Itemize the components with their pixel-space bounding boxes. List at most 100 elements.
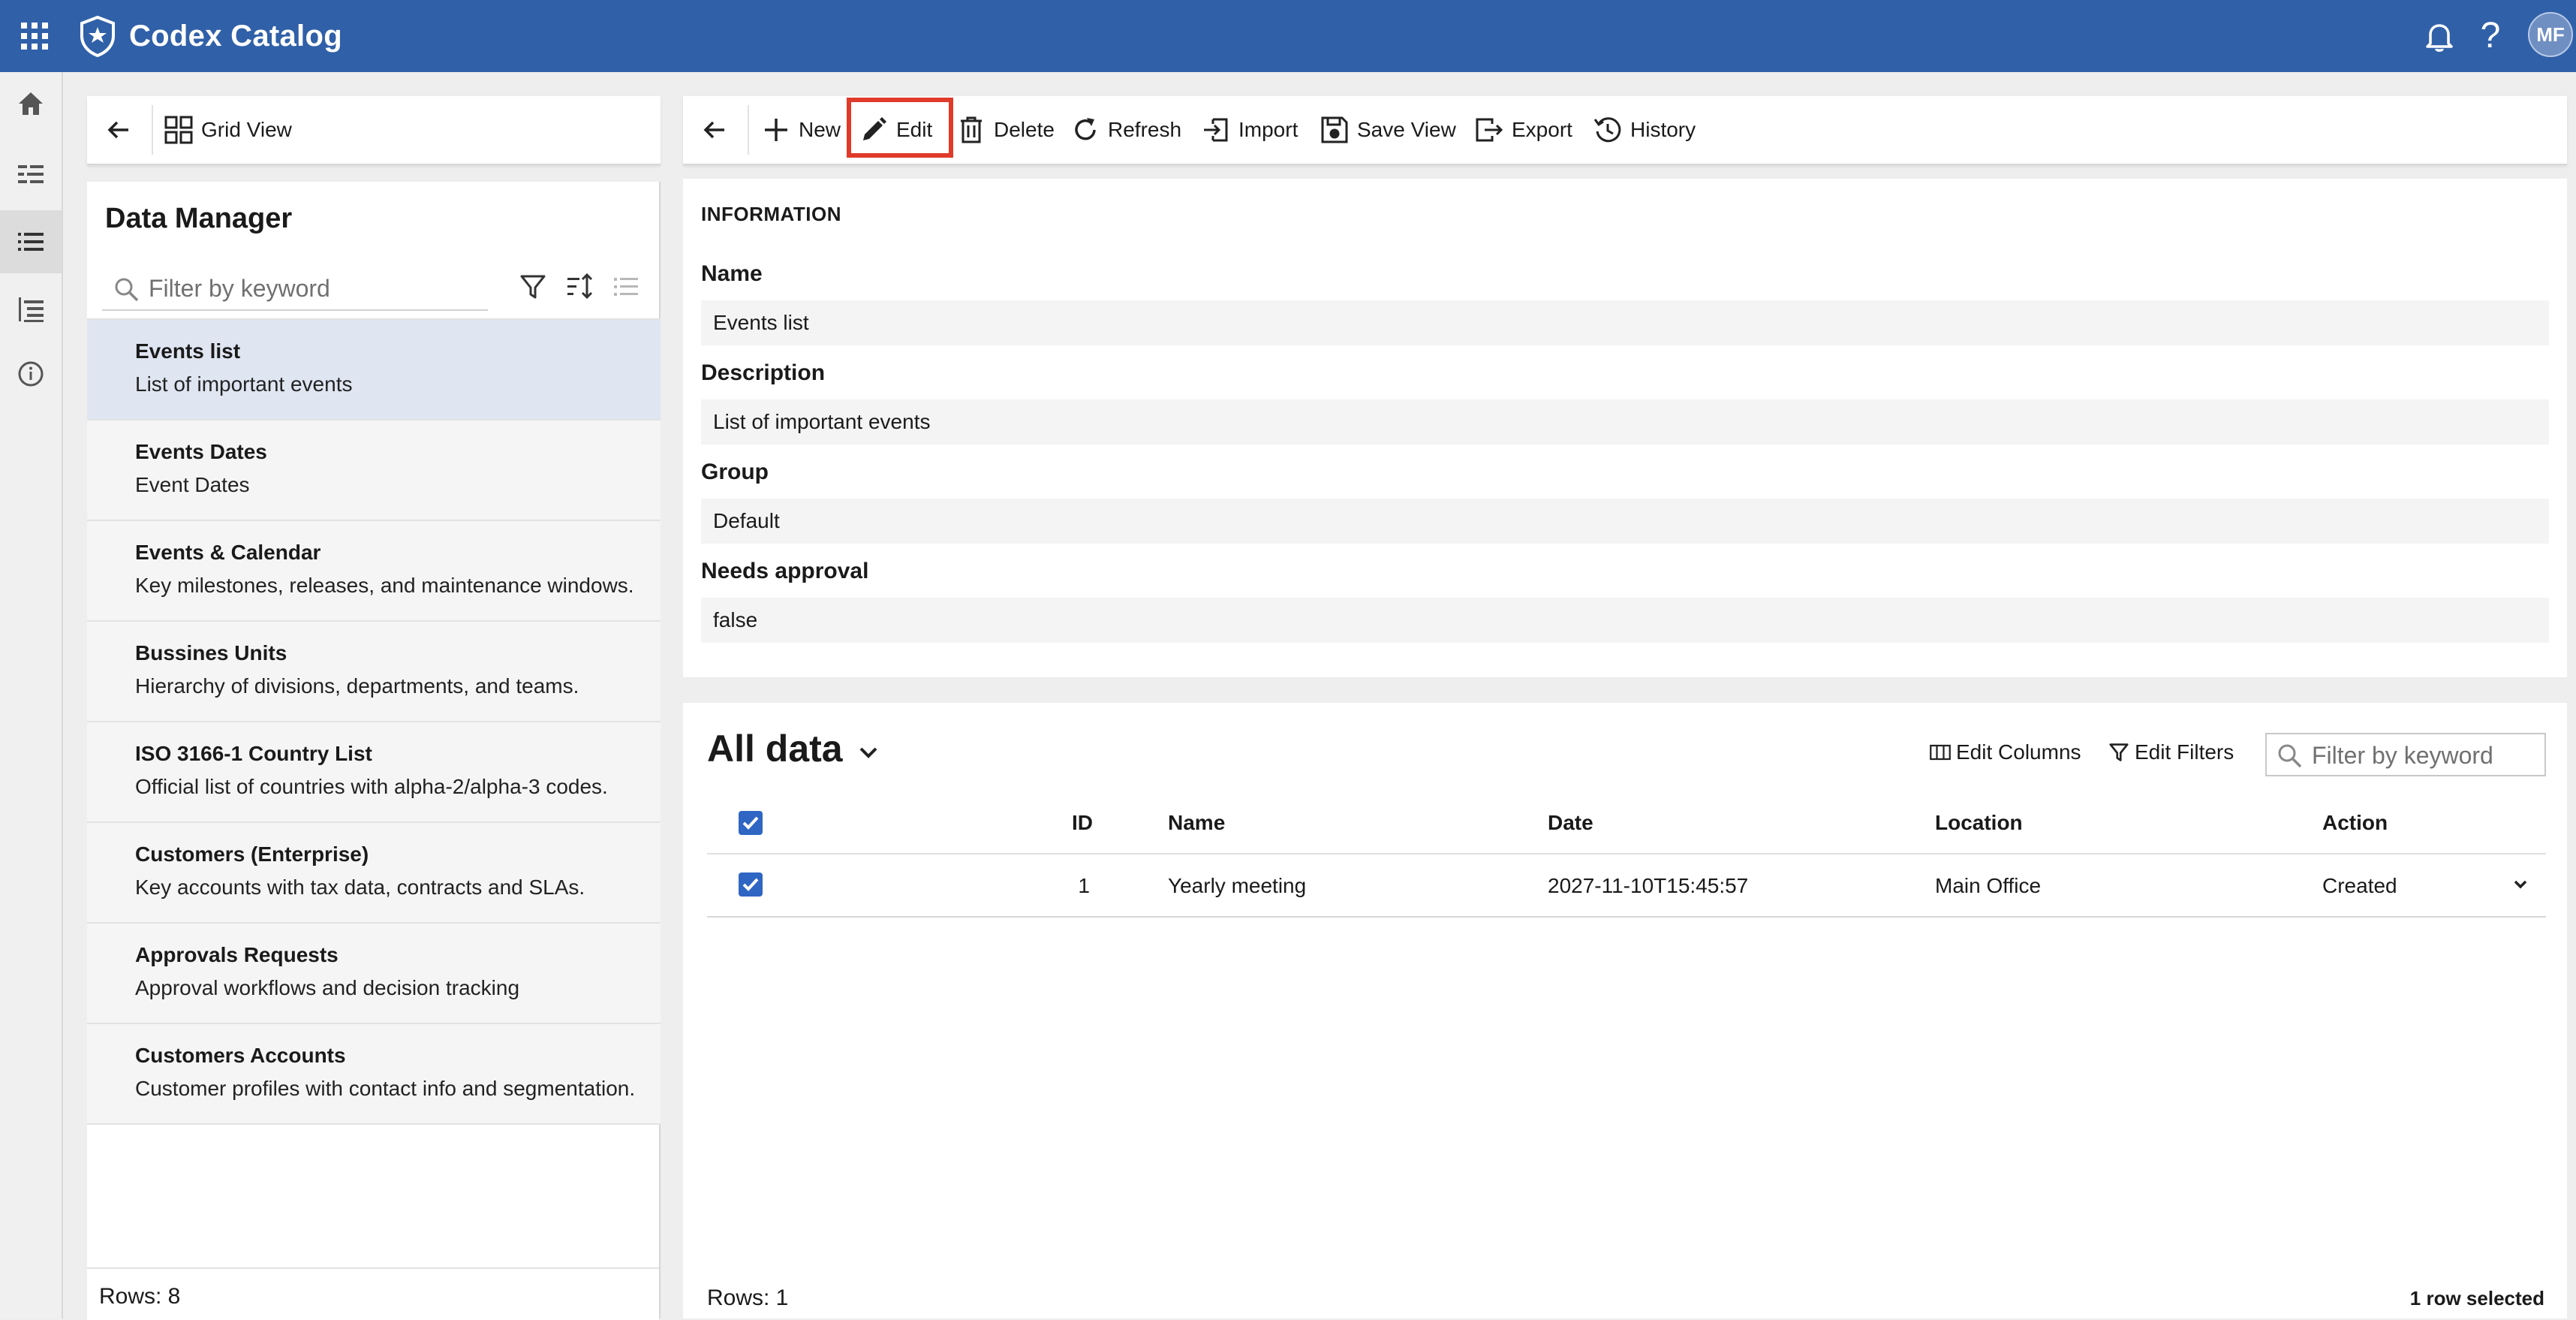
grid-view-icon (164, 116, 193, 144)
list-item[interactable]: Events Dates Event Dates (87, 419, 661, 520)
notifications-bell-icon[interactable] (2423, 20, 2456, 53)
left-panel-toolbar: Grid View (87, 96, 661, 165)
list-item-title: Events & Calendar (135, 541, 321, 564)
list-item-title: Customers Accounts (135, 1044, 346, 1067)
filter-icon[interactable] (518, 272, 548, 302)
check-icon (742, 816, 759, 830)
row-checkbox[interactable] (739, 872, 763, 897)
list-item-title: Customers (Enterprise) (135, 842, 369, 866)
trash-icon (961, 116, 982, 143)
grid-view-button[interactable]: Grid View (164, 115, 292, 145)
table-row[interactable]: 1 Yearly meeting 2027-11-10T15:45:57 Mai… (707, 853, 2546, 918)
info-icon (18, 361, 44, 387)
field-value: false (701, 598, 2549, 643)
app-launcher-icon[interactable] (20, 21, 50, 51)
search-icon (115, 278, 139, 302)
list-item-description: Approval workflows and decision tracking (135, 976, 520, 999)
select-all-checkbox[interactable] (739, 811, 763, 835)
column-header-name[interactable]: Name (1168, 811, 1225, 835)
import-icon (1204, 118, 1228, 142)
list-item[interactable]: Events & Calendar Key milestones, releas… (87, 520, 661, 620)
import-button-label: Import (1238, 118, 1299, 141)
list-item[interactable]: Events list List of important events (87, 318, 661, 419)
refresh-button-label: Refresh (1108, 118, 1182, 141)
history-button[interactable]: History (1593, 115, 1696, 145)
row-expand-chevron-icon[interactable] (2505, 869, 2535, 900)
tree-list-icon (19, 297, 44, 322)
edit-filters-label: Edit Filters (2135, 740, 2234, 764)
history-button-label: History (1630, 118, 1696, 141)
column-header-date[interactable]: Date (1548, 811, 1593, 835)
edit-button[interactable]: Edit (859, 115, 932, 145)
field-value: Events list (701, 300, 2549, 345)
sort-icon[interactable] (564, 272, 594, 302)
rail-data-manager[interactable] (0, 210, 62, 273)
toolbar-divider (152, 105, 153, 155)
bulleted-list-icon (18, 233, 44, 251)
list-item[interactable]: Bussines Units Hierarchy of divisions, d… (87, 620, 661, 721)
help-icon[interactable]: ? (2477, 15, 2504, 57)
list-item[interactable]: Customers Accounts Customer profiles wit… (87, 1023, 661, 1125)
search-icon (2278, 744, 2302, 768)
rail-home[interactable] (0, 72, 62, 135)
cell-id: 1 (1078, 874, 1090, 897)
rail-tree-list[interactable] (0, 278, 62, 341)
list-item[interactable]: ISO 3166-1 Country List Official list of… (87, 721, 661, 821)
export-button[interactable]: Export (1474, 115, 1572, 145)
grid-footer: Rows: 1 1 row selected (683, 1276, 2567, 1318)
record-toolbar: New Edit Delete Refresh Import Save View… (683, 96, 2567, 165)
record-back-button[interactable] (700, 115, 737, 145)
cell-location: Main Office (1935, 874, 2042, 897)
column-header-id[interactable]: ID (1072, 811, 1093, 835)
rail-info[interactable] (0, 342, 62, 405)
import-button[interactable]: Import (1201, 115, 1298, 145)
list-item-title: ISO 3166-1 Country List (135, 742, 372, 765)
cell-action: Created (2322, 874, 2397, 897)
chevron-down-icon (859, 747, 877, 758)
shield-logo-icon (78, 15, 117, 57)
field-label: Group (701, 460, 769, 484)
edit-columns-label: Edit Columns (1956, 740, 2081, 764)
table-header: ID Name Date Location Action (707, 791, 2546, 854)
list-item[interactable]: Approvals Requests Approval workflows an… (87, 922, 661, 1023)
grid-view-label: Grid View (201, 118, 292, 141)
view-selector[interactable]: All data (707, 727, 883, 770)
grid-search-input[interactable] (2310, 737, 2538, 773)
delete-button-label: Delete (994, 118, 1055, 141)
edit-columns-button[interactable]: Edit Columns (1929, 740, 2081, 764)
list-detail-icon (18, 165, 44, 183)
column-header-location[interactable]: Location (1935, 811, 2023, 835)
list-item-description: Event Dates (135, 473, 250, 496)
columns-icon (1930, 744, 1951, 761)
delete-button[interactable]: Delete (956, 115, 1055, 145)
refresh-button[interactable]: Refresh (1070, 115, 1181, 145)
new-button-label: New (799, 118, 841, 141)
left-panel-footer: Rows: 8 (87, 1267, 659, 1320)
export-icon (1476, 118, 1503, 142)
column-header-action[interactable]: Action (2322, 811, 2388, 835)
plus-icon (765, 119, 787, 141)
field-label: Needs approval (701, 559, 869, 583)
left-rows-count: Rows: 8 (99, 1284, 181, 1309)
list-item-description: Customer profiles with contact info and … (135, 1077, 636, 1100)
rail-list-detail[interactable] (0, 143, 62, 206)
list-item-title: Bussines Units (135, 641, 287, 665)
list-item[interactable]: Customers (Enterprise) Key accounts with… (87, 821, 661, 922)
cell-name: Yearly meeting (1168, 874, 1307, 897)
edit-filters-button[interactable]: Edit Filters (2108, 740, 2234, 764)
new-button[interactable]: New (761, 115, 841, 145)
save-view-button[interactable]: Save View (1320, 115, 1456, 145)
user-avatar[interactable]: MF (2528, 12, 2573, 57)
field-value: List of important events (701, 399, 2549, 445)
list-item-description: Hierarchy of divisions, departments, and… (135, 674, 579, 698)
view-title: All data (707, 728, 843, 770)
cell-date: 2027-11-10T15:45:57 (1548, 874, 1749, 897)
information-panel: INFORMATION Name Events list Description… (683, 179, 2567, 677)
left-back-button[interactable] (104, 115, 141, 145)
dataset-list: Events list List of important events Eve… (87, 318, 661, 1125)
edit-button-label: Edit (896, 118, 933, 141)
list-options-icon (611, 272, 641, 302)
data-grid-panel: All data Edit Columns Edit Filters ID Na… (683, 703, 2567, 1318)
left-search-input[interactable] (147, 270, 480, 306)
home-icon (19, 92, 43, 115)
